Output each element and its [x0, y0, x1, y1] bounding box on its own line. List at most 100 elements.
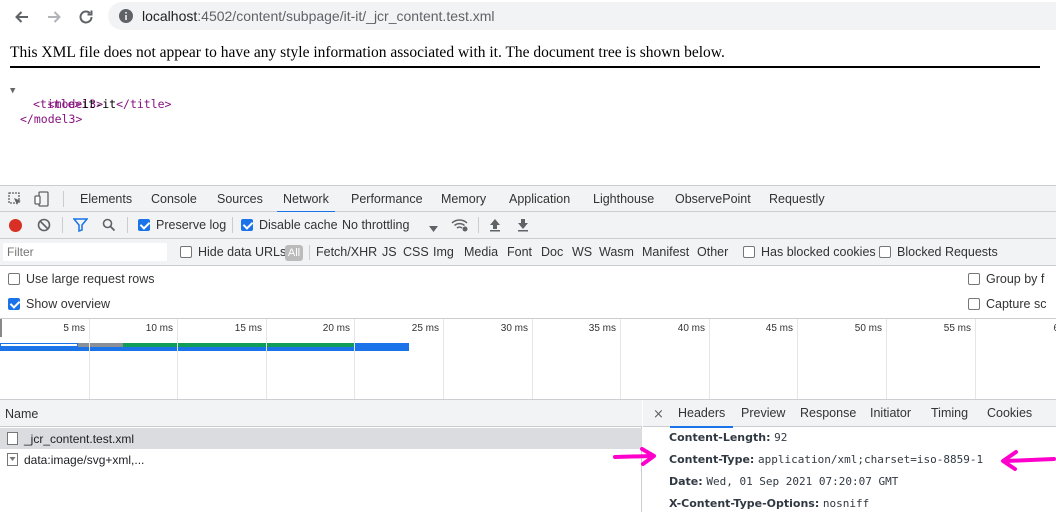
blocked-requests-checkbox[interactable]	[879, 246, 891, 258]
overview-tick-label: 40 ms	[677, 323, 705, 334]
overview-gridline	[797, 319, 798, 399]
filter-css[interactable]: CSS	[403, 245, 429, 259]
tab-lighthouse[interactable]: Lighthouse	[593, 186, 654, 212]
overview-tick-label: 55 ms	[943, 323, 971, 334]
header-value: application/xml;charset=iso-8859-1	[757, 453, 984, 466]
show-overview-checkbox[interactable]	[8, 298, 20, 310]
requests-pane: Name _jcr_content.test.xml data:image/sv…	[0, 400, 642, 512]
blocked-requests-label: Blocked Requests	[897, 245, 998, 259]
overview-gridline	[266, 319, 267, 399]
options-row-1: Use large request rows Group by f	[0, 266, 1056, 292]
overview-gridline	[177, 319, 178, 399]
devtools-panel: Elements Console Sources Network Perform…	[0, 185, 1056, 512]
overview-tick-label: 25 ms	[411, 323, 439, 334]
filter-manifest[interactable]: Manifest	[642, 245, 689, 259]
tab-elements[interactable]: Elements	[80, 186, 132, 212]
disable-cache-checkbox[interactable]	[241, 219, 253, 231]
info-icon[interactable]	[118, 8, 134, 27]
throttling-select[interactable]: No throttling	[342, 218, 409, 232]
divider	[309, 245, 310, 260]
filter-media[interactable]: Media	[464, 245, 498, 259]
chevron-down-icon[interactable]	[429, 221, 438, 235]
overview-start-handle[interactable]	[0, 319, 2, 337]
options-row-2: Show overview Capture sc	[0, 292, 1056, 318]
clear-icon[interactable]	[37, 218, 51, 235]
tab-headers[interactable]: Headers	[669, 400, 734, 428]
overview-gridline	[709, 319, 710, 399]
filter-doc[interactable]: Doc	[541, 245, 563, 259]
filter-ws[interactable]: WS	[572, 245, 592, 259]
group-by-checkbox[interactable]	[968, 273, 980, 285]
request-name: data:image/svg+xml,...	[24, 453, 145, 467]
filter-input-wrap	[2, 242, 168, 262]
overview-gridline	[532, 319, 533, 399]
filter-all-button[interactable]: All	[285, 245, 303, 261]
preserve-log-checkbox[interactable]	[138, 219, 150, 231]
xml-line-open: ▼ <model3>	[10, 82, 171, 111]
divider	[478, 217, 479, 233]
overview-gridline	[354, 319, 355, 399]
overview-tick-label: 20 ms	[322, 323, 350, 334]
network-overview[interactable]: 5 ms 10 ms 15 ms 20 ms 25 ms 30 ms 35 ms 40 ms 4…	[0, 318, 1056, 400]
tab-network[interactable]: Network	[277, 186, 335, 213]
tab-response[interactable]: Response	[800, 400, 856, 427]
tab-performance[interactable]: Performance	[351, 186, 423, 212]
tab-console[interactable]: Console	[151, 186, 197, 212]
request-row[interactable]: _jcr_content.test.xml	[0, 428, 642, 449]
filter-funnel-icon[interactable]	[72, 218, 89, 235]
filter-input[interactable]	[3, 243, 167, 261]
large-rows-label: Use large request rows	[26, 272, 155, 286]
tab-application[interactable]: Application	[509, 186, 570, 212]
column-name[interactable]: Name	[5, 407, 38, 421]
overview-tick-label: 45 ms	[765, 323, 793, 334]
large-rows-checkbox[interactable]	[8, 273, 20, 285]
divider	[127, 217, 128, 233]
filter-img[interactable]: Img	[433, 245, 454, 259]
tab-memory[interactable]: Memory	[441, 186, 486, 212]
request-row[interactable]: data:image/svg+xml,...	[0, 449, 642, 470]
annotation-arrow-right-icon	[613, 447, 656, 466]
address-bar[interactable]: localhost:4502/content/subpage/it-it/_jc…	[108, 2, 1056, 30]
forward-button[interactable]	[42, 5, 66, 29]
upload-icon[interactable]	[489, 218, 501, 235]
overview-gridline	[886, 319, 887, 399]
search-icon[interactable]	[102, 218, 116, 235]
overview-gridline	[443, 319, 444, 399]
tab-timing[interactable]: Timing	[931, 400, 968, 427]
header-x-content-type-options: X-Content-Type-Options: nosniff	[669, 496, 869, 510]
document-icon	[7, 432, 18, 445]
hide-data-urls-checkbox[interactable]	[180, 246, 192, 258]
group-by-label: Group by f	[986, 272, 1045, 286]
capture-screenshots-label: Capture sc	[986, 297, 1047, 311]
reload-button[interactable]	[74, 5, 98, 29]
header-key: X-Content-Type-Options:	[669, 497, 820, 510]
download-icon[interactable]	[517, 218, 529, 235]
filter-other[interactable]: Other	[697, 245, 728, 259]
inspect-element-icon[interactable]	[8, 192, 22, 209]
divider	[63, 191, 64, 207]
capture-screenshots-checkbox[interactable]	[968, 298, 980, 310]
url-text: localhost:4502/content/subpage/it-it/_jc…	[142, 8, 495, 24]
tab-initiator[interactable]: Initiator	[870, 400, 911, 427]
back-button[interactable]	[10, 5, 34, 29]
network-toolbar: Preserve log Disable cache No throttling	[0, 212, 1056, 239]
filter-font[interactable]: Font	[507, 245, 532, 259]
filter-js[interactable]: JS	[382, 245, 397, 259]
record-icon[interactable]	[9, 219, 22, 232]
tab-observepoint[interactable]: ObservePoint	[675, 186, 751, 212]
xml-tag: </title>	[116, 97, 172, 111]
tab-cookies[interactable]: Cookies	[987, 400, 1032, 427]
tab-sources[interactable]: Sources	[217, 186, 263, 212]
tab-preview[interactable]: Preview	[741, 400, 785, 427]
header-date: Date: Wed, 01 Sep 2021 07:20:07 GMT	[669, 474, 898, 488]
close-icon[interactable]: ×	[653, 407, 664, 422]
filter-wasm[interactable]: Wasm	[599, 245, 634, 259]
details-tabbar: × Headers Preview Response Initiator Tim…	[643, 400, 1056, 428]
network-conditions-icon[interactable]	[451, 217, 469, 236]
tab-requestly[interactable]: Requestly	[769, 186, 825, 212]
filter-fetch-xhr[interactable]: Fetch/XHR	[316, 245, 377, 259]
overview-tick-label: 35 ms	[588, 323, 616, 334]
device-toolbar-icon[interactable]	[34, 191, 50, 210]
devtools-tabbar: Elements Console Sources Network Perform…	[0, 186, 1056, 213]
has-blocked-cookies-checkbox[interactable]	[743, 246, 755, 258]
